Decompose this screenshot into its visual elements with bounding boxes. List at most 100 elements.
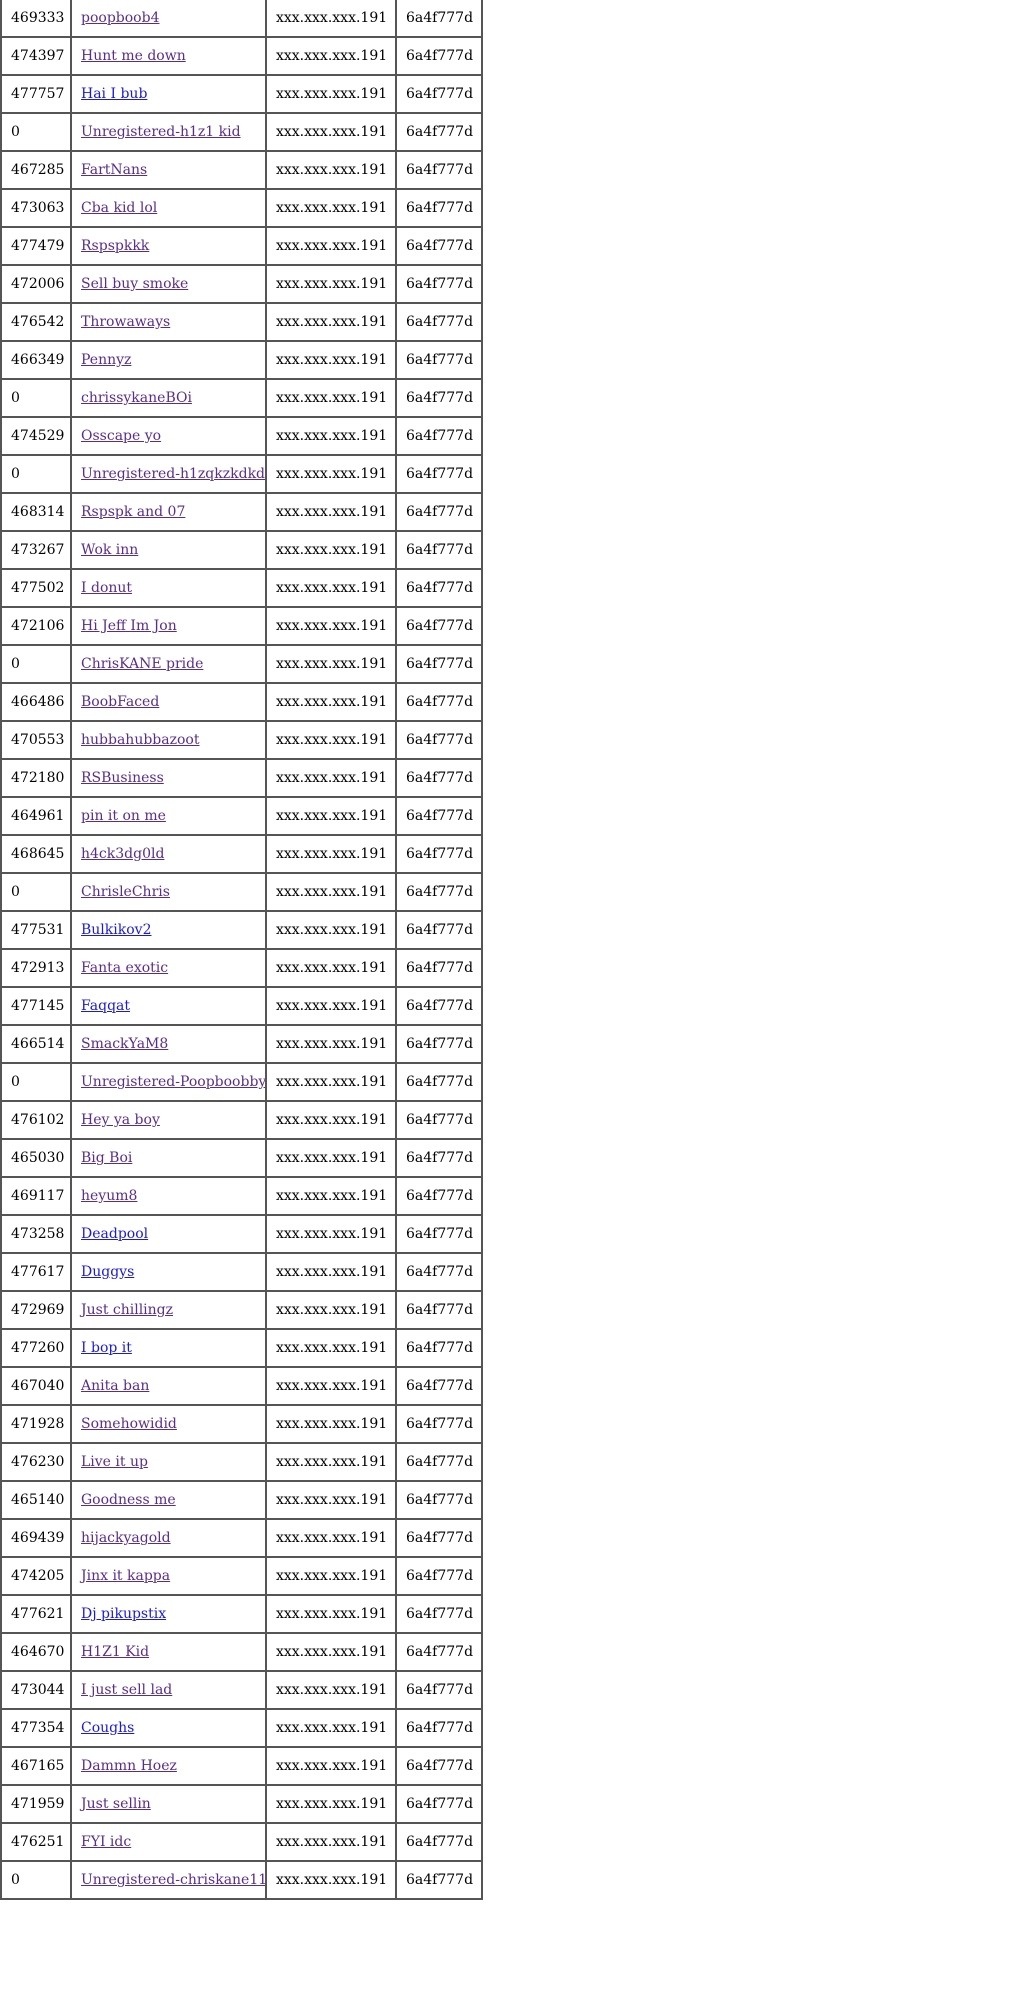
username-link[interactable]: Somehowidid xyxy=(81,1416,177,1432)
username-link[interactable]: RSBusiness xyxy=(81,770,164,786)
username-link[interactable]: Hi Jeff Im Jon xyxy=(81,618,177,634)
table-row: 474205 Jinx it kappa xxx.xxx.xxx.191 6a4… xyxy=(0,1556,483,1596)
username-link[interactable]: Unregistered-chriskane112 xyxy=(81,1872,264,1888)
table-row: 472913 Fanta exotic xxx.xxx.xxx.191 6a4f… xyxy=(0,948,483,988)
user-id: 466486 xyxy=(11,694,65,710)
username-link[interactable]: Faqqat xyxy=(81,998,130,1014)
hash-cell: 6a4f777d xyxy=(395,264,483,304)
username-link[interactable]: Unregistered-h1z1 kid xyxy=(81,124,241,140)
username-link[interactable]: chrissykaneBOi xyxy=(81,390,192,406)
username-link[interactable]: Cba kid lol xyxy=(81,200,157,216)
username-link[interactable]: Hai I bub xyxy=(81,86,147,102)
user-id-cell: 477502 xyxy=(0,568,72,608)
ip-address-cell: xxx.xxx.xxx.191 xyxy=(265,910,397,950)
user-id: 0 xyxy=(11,390,20,406)
username-cell: Dammn Hoez xyxy=(70,1746,267,1786)
username-link[interactable]: poopboob4 xyxy=(81,10,159,26)
user-id-cell: 466349 xyxy=(0,340,72,380)
username-link[interactable]: Sell buy smoke xyxy=(81,276,188,292)
username-link[interactable]: I donut xyxy=(81,580,132,596)
ip-address: xxx.xxx.xxx.191 xyxy=(276,846,388,862)
ip-address: xxx.xxx.xxx.191 xyxy=(276,1074,388,1090)
username-link[interactable]: Bulkikov2 xyxy=(81,922,151,938)
username-cell: H1Z1 Kid xyxy=(70,1632,267,1672)
ip-address-cell: xxx.xxx.xxx.191 xyxy=(265,340,397,380)
username-link[interactable]: heyum8 xyxy=(81,1188,137,1204)
username-cell: Dj pikupstix xyxy=(70,1594,267,1634)
ip-hash: 6a4f777d xyxy=(406,1872,474,1888)
user-id: 476542 xyxy=(11,314,65,330)
user-id-cell: 477479 xyxy=(0,226,72,266)
username-link[interactable]: h4ck3dg0ld xyxy=(81,846,164,862)
username-link[interactable]: Dammn Hoez xyxy=(81,1758,177,1774)
user-id: 473258 xyxy=(11,1226,65,1242)
username-cell: Hey ya boy xyxy=(70,1100,267,1140)
username-link[interactable]: Rspspkkk xyxy=(81,238,149,254)
username-link[interactable]: Hey ya boy xyxy=(81,1112,160,1128)
ip-address-cell: xxx.xxx.xxx.191 xyxy=(265,378,397,418)
username-link[interactable]: Pennyz xyxy=(81,352,131,368)
username-link[interactable]: Throwaways xyxy=(81,314,170,330)
hash-cell: 6a4f777d xyxy=(395,1138,483,1178)
ip-hash: 6a4f777d xyxy=(406,1340,474,1356)
username-cell: Unregistered-h1z1 kid xyxy=(70,112,267,152)
username-link[interactable]: Unregistered-Poopboobby xyxy=(81,1074,264,1090)
username-link[interactable]: Unregistered-h1zqkzkdkd xyxy=(81,466,264,482)
username-link[interactable]: FartNans xyxy=(81,162,147,178)
hash-cell: 6a4f777d xyxy=(395,150,483,190)
user-id: 469439 xyxy=(11,1530,65,1546)
username-link[interactable]: SmackYaM8 xyxy=(81,1036,168,1052)
username-link[interactable]: ChrisleChris xyxy=(81,884,170,900)
hash-cell: 6a4f777d xyxy=(395,1632,483,1672)
username-link[interactable]: Big Boi xyxy=(81,1150,132,1166)
username-link[interactable]: Coughs xyxy=(81,1720,134,1736)
user-id-cell: 468645 xyxy=(0,834,72,874)
ip-address-cell: xxx.xxx.xxx.191 xyxy=(265,1746,397,1786)
username-link[interactable]: Deadpool xyxy=(81,1226,148,1242)
ip-hash: 6a4f777d xyxy=(406,922,474,938)
ip-address-cell: xxx.xxx.xxx.191 xyxy=(265,112,397,152)
username-link[interactable]: I bop it xyxy=(81,1340,132,1356)
username-link[interactable]: Goodness me xyxy=(81,1492,176,1508)
username-link[interactable]: Rspspk and 07 xyxy=(81,504,185,520)
ip-address: xxx.xxx.xxx.191 xyxy=(276,1568,388,1584)
username-link[interactable]: Just chillingz xyxy=(81,1302,173,1318)
user-id-cell: 469439 xyxy=(0,1518,72,1558)
ip-hash: 6a4f777d xyxy=(406,998,474,1014)
ip-hash: 6a4f777d xyxy=(406,1074,474,1090)
ip-hash: 6a4f777d xyxy=(406,1302,474,1318)
hash-cell: 6a4f777d xyxy=(395,302,483,342)
username-cell: Goodness me xyxy=(70,1480,267,1520)
username-link[interactable]: Jinx it kappa xyxy=(81,1568,170,1584)
ip-address-cell: xxx.xxx.xxx.191 xyxy=(265,606,397,646)
username-link[interactable]: hubbahubbazoot xyxy=(81,732,199,748)
ip-hash: 6a4f777d xyxy=(406,200,474,216)
ip-address-cell: xxx.xxx.xxx.191 xyxy=(265,1784,397,1824)
username-link[interactable]: Wok inn xyxy=(81,542,138,558)
username-link[interactable]: Osscape yo xyxy=(81,428,161,444)
username-cell: Coughs xyxy=(70,1708,267,1748)
username-link[interactable]: FYI idc xyxy=(81,1834,131,1850)
table-row: 0 ChrisleChris xxx.xxx.xxx.191 6a4f777d xyxy=(0,872,483,912)
hash-cell: 6a4f777d xyxy=(395,1252,483,1292)
user-id: 473063 xyxy=(11,200,65,216)
username-link[interactable]: ChrisKANE pride xyxy=(81,656,203,672)
username-link[interactable]: Live it up xyxy=(81,1454,148,1470)
username-link[interactable]: H1Z1 Kid xyxy=(81,1644,149,1660)
username-link[interactable]: Hunt me down xyxy=(81,48,186,64)
username-link[interactable]: Fanta exotic xyxy=(81,960,168,976)
username-link[interactable]: I just sell lad xyxy=(81,1682,172,1698)
username-link[interactable]: Dj pikupstix xyxy=(81,1606,166,1622)
table-row: 477621 Dj pikupstix xxx.xxx.xxx.191 6a4f… xyxy=(0,1594,483,1634)
username-link[interactable]: Just sellin xyxy=(81,1796,151,1812)
username-link[interactable]: Duggys xyxy=(81,1264,134,1280)
ip-address: xxx.xxx.xxx.191 xyxy=(276,1340,388,1356)
username-link[interactable]: Anita ban xyxy=(81,1378,149,1394)
ip-address: xxx.xxx.xxx.191 xyxy=(276,86,388,102)
table-row: 467040 Anita ban xxx.xxx.xxx.191 6a4f777… xyxy=(0,1366,483,1406)
username-link[interactable]: BoobFaced xyxy=(81,694,159,710)
hash-cell: 6a4f777d xyxy=(395,1328,483,1368)
ip-address: xxx.xxx.xxx.191 xyxy=(276,124,388,140)
username-link[interactable]: pin it on me xyxy=(81,808,166,824)
username-link[interactable]: hijackyagold xyxy=(81,1530,171,1546)
